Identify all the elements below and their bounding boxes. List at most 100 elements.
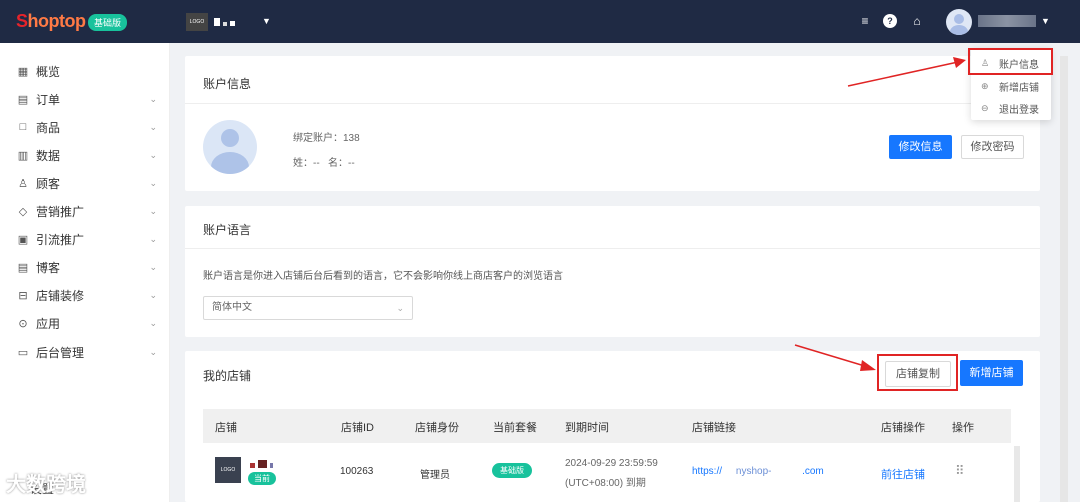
folder-icon: ▭: [17, 346, 29, 359]
shop-link-prefix: https://: [692, 466, 723, 477]
shops-table-header: 店铺 店铺ID 店铺身份 当前套餐 到期时间 店铺链接 店铺操作 操作: [203, 409, 1011, 443]
surname-field: 姓：--: [293, 158, 320, 169]
sidebar-item-admin[interactable]: ▭ 后台管理 ⌄: [16, 342, 161, 362]
sidebar-item-label: 引流推广: [36, 232, 85, 247]
chevron-down-icon: ⌄: [149, 205, 157, 216]
help-icon[interactable]: ?: [883, 14, 897, 28]
sidebar-item-marketing[interactable]: ◇ 营销推广 ⌄: [16, 201, 161, 221]
logo-letter: S: [16, 11, 28, 31]
shop-role: 管理员: [420, 470, 450, 481]
sidebar: ▦ 概览 ▤ 订单 ⌄ □ 商品 ⌄ ▥ 数据 ⌄ ♙ 顾客 ⌄ ◇ 营销推广 ⌄ ▣ 引流推广 ⌄ ▤ 博…: [0, 43, 170, 502]
drag-handle-icon[interactable]: ⠿: [955, 463, 965, 479]
sidebar-item-overview[interactable]: ▦ 概览: [16, 61, 161, 81]
chevron-down-icon: ⌄: [149, 93, 157, 104]
menu-item-label: 新增店铺: [999, 83, 1039, 94]
menu-item-add-shop[interactable]: ⊕ 新增店铺: [981, 79, 1039, 94]
grid-icon: ▦: [17, 65, 29, 78]
sidebar-item-label: 订单: [36, 92, 61, 107]
column-header: 店铺ID: [341, 422, 374, 434]
sidebar-item-products[interactable]: □ 商品 ⌄: [16, 117, 161, 137]
shop-row-name-blurred: [250, 459, 284, 468]
language-select[interactable]: 简体中文 ⌄: [203, 296, 413, 320]
sidebar-item-blog[interactable]: ▤ 博客 ⌄: [16, 257, 161, 277]
shop-link-mid: nyshop-: [735, 466, 772, 477]
language-description: 账户语言是你进入店铺后台后看到的语言，它不会影响你线上商店客户的浏览语言: [203, 271, 563, 282]
annotation-box-account-info: [968, 48, 1053, 75]
sidebar-item-label: 数据: [36, 148, 61, 163]
watermark: 大数跨境: [6, 474, 86, 496]
sidebar-item-label: 商品: [36, 120, 61, 135]
sidebar-item-label: 后台管理: [36, 345, 85, 360]
menu-item-logout[interactable]: ⊖ 退出登录: [981, 101, 1039, 116]
account-language-title: 账户语言: [203, 223, 252, 237]
given-name-field: 名：--: [328, 158, 355, 169]
column-header: 店铺操作: [881, 422, 925, 434]
home-icon[interactable]: ⌂: [910, 14, 924, 28]
chevron-down-icon: ⌄: [149, 346, 157, 357]
sidebar-item-label: 概览: [36, 64, 61, 79]
store-icon: ⊟: [18, 289, 28, 302]
product-icon: □: [19, 121, 27, 133]
divider: [185, 248, 1040, 249]
current-shop-tag: 当前: [248, 472, 276, 485]
sidebar-item-customers[interactable]: ♙ 顾客 ⌄: [16, 173, 161, 193]
user-name-blurred[interactable]: [978, 15, 1036, 27]
table-scrollbar[interactable]: [1014, 446, 1020, 502]
column-header: 到期时间: [565, 422, 609, 434]
shop-link[interactable]: https:// nyshop- .com: [692, 466, 824, 477]
name-row: 姓：-- 名：--: [293, 154, 355, 169]
sidebar-item-label: 店铺装修: [36, 288, 85, 303]
divider: [185, 103, 1040, 104]
menu-item-label: 退出登录: [999, 105, 1039, 116]
database-icon[interactable]: ≡: [858, 14, 872, 28]
shop-name-blurred[interactable]: [214, 17, 246, 27]
edit-info-button[interactable]: 修改信息: [889, 135, 952, 159]
shop-plan-badge: 基础版: [492, 463, 532, 478]
order-icon: ▤: [17, 93, 29, 106]
sidebar-item-data[interactable]: ▥ 数据 ⌄: [16, 145, 161, 165]
add-shop-button[interactable]: 新增店铺: [960, 360, 1023, 386]
plan-badge: 基础版: [88, 14, 128, 31]
bound-account-value: 138: [343, 133, 360, 144]
column-header: 店铺身份: [415, 422, 459, 434]
logout-icon: ⊖: [981, 103, 989, 113]
sidebar-item-store-design[interactable]: ⊟ 店铺装修 ⌄: [16, 285, 161, 305]
top-bar: Shoptop 基础版 LOGO ▼ ≡ ? ⌂ ▼: [0, 0, 1080, 43]
chevron-down-icon: ⌄: [149, 233, 157, 244]
shop-link-suffix: .com: [802, 466, 824, 477]
shoptop-logo[interactable]: Shoptop: [16, 11, 86, 32]
account-info-title: 账户信息: [203, 77, 252, 91]
column-header: 店铺链接: [692, 422, 736, 434]
tag-icon: ◇: [18, 205, 28, 218]
profile-avatar: [203, 120, 257, 174]
column-header: 当前套餐: [493, 422, 537, 434]
shop-expire-time: 2024-09-29 23:59:59: [565, 458, 658, 469]
column-header: 操作: [952, 422, 974, 434]
logo-text: hoptop: [27, 11, 86, 31]
column-header: 店铺: [215, 422, 237, 434]
go-to-shop-link[interactable]: 前往店铺: [881, 466, 925, 482]
sidebar-item-traffic[interactable]: ▣ 引流推广 ⌄: [16, 229, 161, 249]
chevron-down-icon: ⌄: [396, 303, 404, 313]
my-shops-title: 我的店铺: [203, 369, 252, 383]
user-avatar[interactable]: [946, 9, 972, 35]
shop-logo[interactable]: LOGO: [186, 13, 208, 31]
shop-row-logo: LOGO: [215, 457, 241, 483]
bound-account-label: 绑定账户：: [293, 133, 343, 144]
main-scrollbar[interactable]: [1060, 56, 1068, 502]
sidebar-item-label: 顾客: [36, 176, 61, 191]
user-icon: ♙: [18, 177, 28, 190]
blog-icon: ▤: [17, 261, 29, 274]
language-selected-value: 简体中文: [212, 302, 252, 313]
sidebar-item-orders[interactable]: ▤ 订单 ⌄: [16, 89, 161, 109]
sidebar-item-apps[interactable]: ⊙ 应用 ⌄: [16, 313, 161, 333]
edit-password-button[interactable]: 修改密码: [961, 135, 1024, 159]
shop-id: 100263: [340, 466, 374, 477]
shop-switch-chevron-icon[interactable]: ▼: [262, 16, 271, 26]
chevron-down-icon: ⌄: [149, 149, 157, 160]
doc-icon: ▣: [17, 233, 29, 246]
chevron-down-icon: ⌄: [149, 289, 157, 300]
user-menu-chevron-icon[interactable]: ▼: [1041, 16, 1050, 26]
annotation-box-copy-shop: [877, 354, 958, 391]
account-info-card: 账户信息 绑定账户：138 姓：-- 名：-- 修改信息 修改密码: [185, 56, 1040, 191]
